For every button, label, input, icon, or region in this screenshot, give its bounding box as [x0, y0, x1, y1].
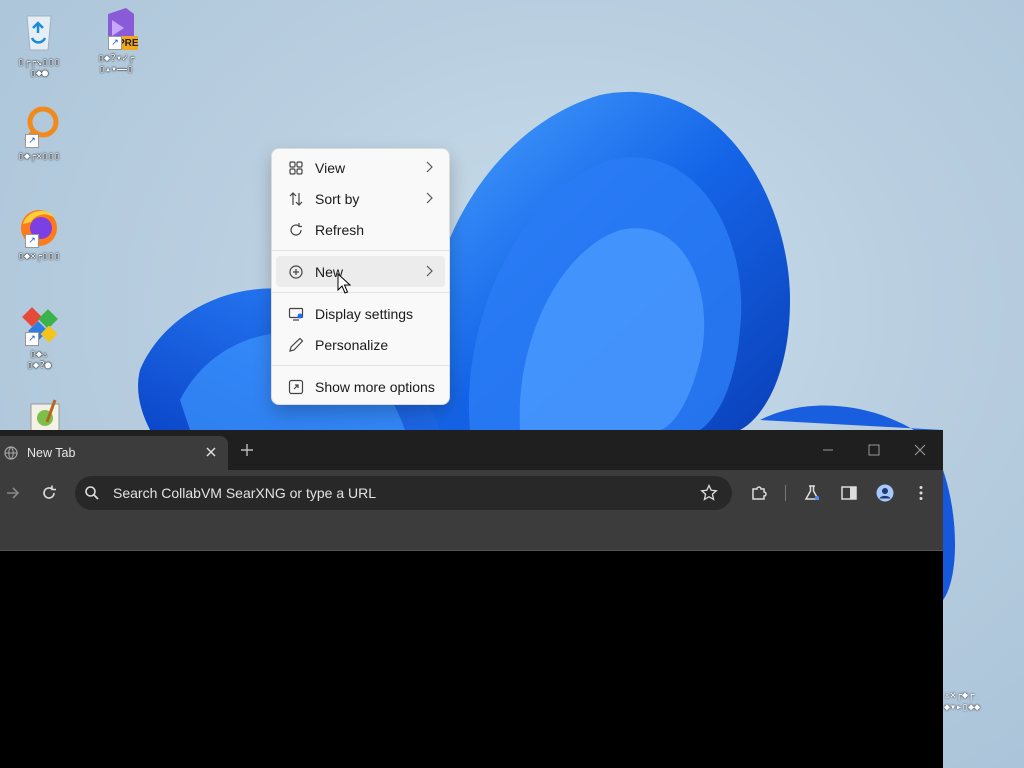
menu-item-display-settings[interactable]: Display settings	[276, 298, 445, 329]
menu-item-label: View	[315, 159, 346, 176]
shortcut-arrow-icon: ↗	[25, 134, 39, 148]
menu-separator	[272, 365, 449, 366]
toolbar-divider	[785, 485, 786, 501]
recycle-bin-icon	[17, 10, 61, 54]
menu-item-show-more-options[interactable]: Show more options	[276, 371, 445, 402]
browser-titlebar[interactable]: New Tab	[0, 430, 943, 470]
more-menu-icon[interactable]	[912, 484, 930, 502]
chevron-right-icon	[426, 192, 433, 204]
labs-flask-icon[interactable]	[803, 484, 821, 502]
control-panel-icon: ↗	[17, 302, 61, 346]
display-icon	[288, 306, 304, 322]
side-panel-icon[interactable]	[840, 484, 858, 502]
visual-studio-desktop-icon[interactable]: PRE ↗ ▯◆?▾✓┌ ▯▴▾⎯⎯▯	[78, 6, 154, 75]
menu-item-refresh[interactable]: Refresh	[276, 214, 445, 245]
shortcut-arrow-icon: ↗	[108, 36, 122, 50]
tab-new-tab[interactable]: New Tab	[0, 436, 228, 470]
menu-item-view[interactable]: View	[276, 152, 445, 183]
forward-arrow-icon[interactable]	[4, 484, 22, 502]
visual-studio-icon: PRE ↗	[94, 6, 139, 50]
close-window-icon[interactable]	[912, 442, 928, 458]
firefox-icon: ↗	[17, 204, 61, 248]
sort-icon	[288, 191, 304, 207]
browser-toolbar	[0, 470, 943, 516]
chevron-right-icon	[426, 161, 433, 173]
menu-item-label: Sort by	[315, 190, 360, 207]
control-panel-desktop-icon[interactable]: ↗ ▯◆▵ ▯◆?●	[1, 302, 77, 371]
globe-icon	[4, 446, 18, 460]
icon-caption: ▯◆✕┌▯▯▯	[17, 251, 61, 262]
bookmark-star-icon[interactable]	[700, 484, 718, 502]
icon-caption: ▯◆▵ ▯◆?●	[26, 349, 52, 371]
browser-window: New Tab	[0, 430, 943, 768]
address-input[interactable]	[111, 484, 675, 502]
new-tab-plus-icon[interactable]	[239, 442, 255, 458]
mouse-cursor-icon	[337, 273, 351, 294]
menu-item-label: Refresh	[315, 221, 365, 238]
tab-title: New Tab	[27, 446, 76, 460]
menu-separator	[272, 250, 449, 251]
menu-item-label: Personalize	[315, 336, 389, 353]
refresh-icon	[288, 222, 304, 238]
menu-item-new[interactable]: New	[276, 256, 445, 287]
pen-icon	[288, 337, 304, 353]
shortcut-arrow-icon: ↗	[25, 234, 39, 248]
close-tab-icon[interactable]	[205, 446, 217, 458]
menu-item-label: Show more options	[315, 378, 435, 395]
chevron-right-icon	[426, 265, 433, 277]
desktop-icon-caption-partial: ▵✕┌◆┌ ◆▾▸▯◆◆	[944, 690, 981, 713]
extensions-icon[interactable]	[750, 484, 768, 502]
search-icon	[85, 486, 99, 500]
profile-avatar-icon[interactable]	[876, 484, 894, 502]
menu-item-personalize[interactable]: Personalize	[276, 329, 445, 360]
desktop-context-menu: View Sort by Refresh New Display setting…	[271, 148, 450, 405]
plus-circle-icon	[288, 264, 304, 280]
menu-separator	[272, 292, 449, 293]
magnifier-app-icon: ↗	[17, 104, 61, 148]
shortcut-arrow-icon: ↗	[25, 332, 39, 346]
bookmark-bar	[0, 516, 943, 551]
recycle-bin-desktop-icon[interactable]: ▯┌┌↘▯▯▯ ▯◆●	[1, 10, 77, 79]
expand-icon	[288, 379, 304, 395]
menu-item-label: Display settings	[315, 305, 414, 322]
minimize-icon[interactable]	[820, 442, 836, 458]
page-content[interactable]	[0, 551, 943, 768]
grid-icon	[288, 160, 304, 176]
search-app-desktop-icon[interactable]: ↗ ▯◆┌✕▯▯▯	[1, 104, 77, 162]
firefox-desktop-icon[interactable]: ↗ ▯◆✕┌▯▯▯	[1, 204, 77, 262]
icon-caption: ▯◆┌✕▯▯▯	[17, 151, 61, 162]
menu-item-sort-by[interactable]: Sort by	[276, 183, 445, 214]
icon-caption: ▯┌┌↘▯▯▯ ▯◆●	[17, 57, 61, 79]
reload-icon[interactable]	[40, 484, 58, 502]
maximize-icon[interactable]	[866, 442, 882, 458]
icon-caption: ▯◆?▾✓┌ ▯▴▾⎯⎯▯	[97, 53, 135, 75]
address-bar[interactable]	[75, 476, 732, 510]
